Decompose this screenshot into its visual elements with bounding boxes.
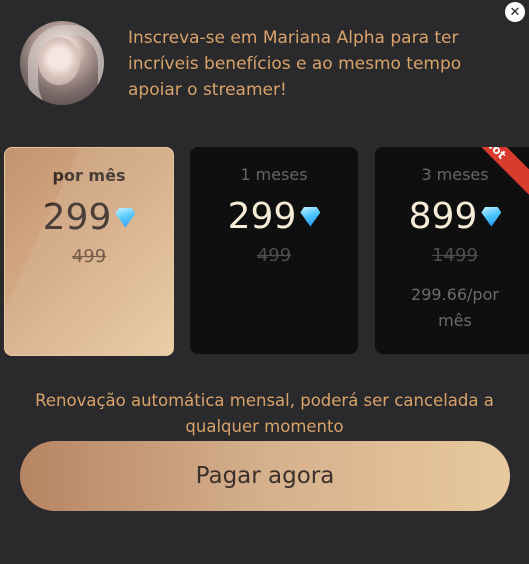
plan-old-price: 499 [256, 245, 292, 266]
plan-price: 299 [5, 197, 173, 238]
plan-card-monthly[interactable]: por mês 299 499 [4, 147, 174, 356]
plan-card-3-months[interactable]: Hot 3 meses 899 1499 299.66/por mês [375, 147, 529, 354]
plan-old-price: 499 [71, 246, 107, 267]
page-title: Inscreva-se em Mariana Alpha para ter in… [128, 28, 462, 100]
price-value: 299 [42, 197, 112, 238]
pay-now-button[interactable]: Pagar agora [20, 441, 510, 511]
plan-list: por mês 299 499 1 meses 299 499 Hot 3 me… [4, 147, 529, 356]
price-value: 299 [227, 196, 297, 237]
diamond-icon [481, 206, 502, 227]
close-icon: ✕ [509, 4, 521, 20]
plan-price: 899 [375, 196, 529, 237]
avatar [20, 21, 104, 105]
plan-per-month: 299.66/por mês [411, 285, 499, 330]
renewal-note: Renovação automática mensal, poderá ser … [35, 391, 494, 436]
plan-card-1-month[interactable]: 1 meses 299 499 [190, 147, 358, 354]
price-value: 899 [408, 196, 478, 237]
close-button[interactable]: ✕ [505, 2, 525, 22]
header: Inscreva-se em Mariana Alpha para ter in… [20, 21, 498, 105]
plan-price: 299 [190, 196, 358, 237]
plan-period: por mês [52, 166, 126, 185]
diamond-icon [115, 207, 136, 228]
plan-period: 1 meses [240, 165, 308, 184]
plan-old-price: 1499 [432, 245, 478, 266]
diamond-icon [300, 206, 321, 227]
